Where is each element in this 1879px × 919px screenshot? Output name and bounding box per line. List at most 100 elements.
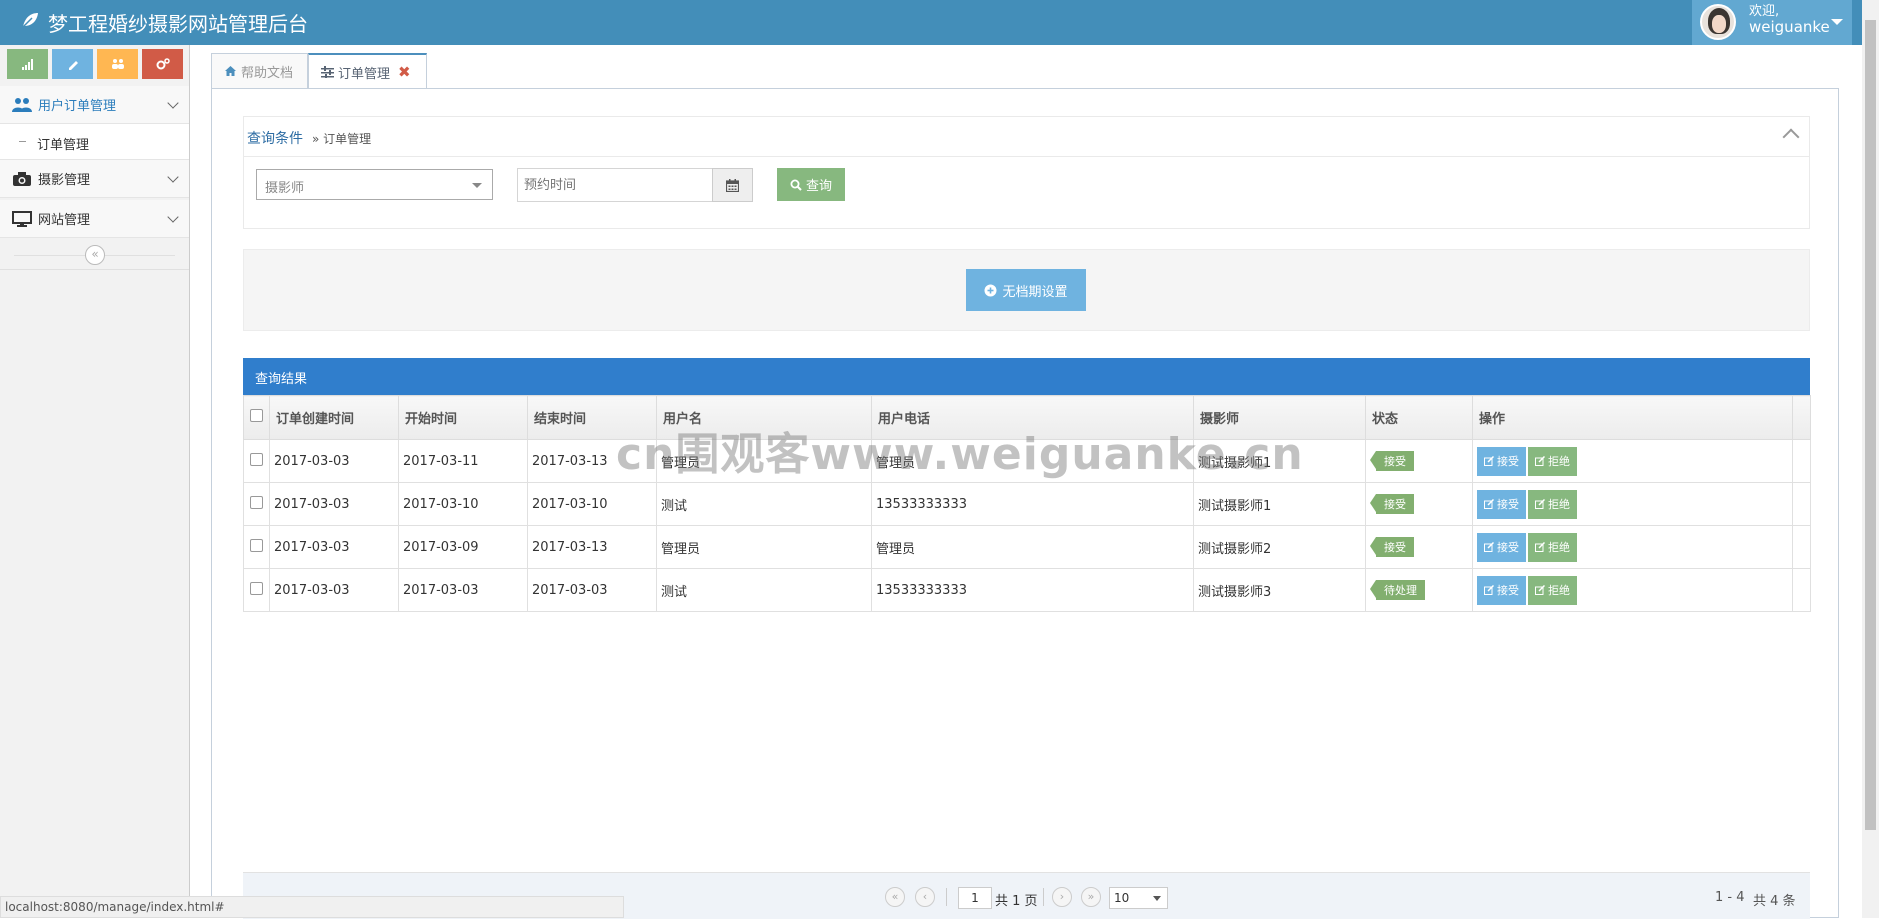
users-icon (11, 96, 33, 114)
desktop-icon (11, 210, 33, 228)
caret-down-icon (1153, 896, 1161, 901)
caret-down-icon (1831, 19, 1843, 25)
chevron-down-icon (167, 171, 179, 183)
avatar (1700, 4, 1736, 40)
page-number-input[interactable]: 1 (958, 887, 992, 909)
status-badge: 接受 (1370, 494, 1414, 514)
reject-button[interactable]: 拒绝 (1528, 532, 1577, 562)
reject-button[interactable]: 拒绝 (1528, 575, 1577, 605)
chevron-down-icon (167, 97, 179, 109)
edit-icon (1535, 499, 1545, 509)
search-button[interactable]: 查询 (777, 168, 845, 201)
sidebar-item-label: 用户订单管理 (38, 99, 117, 114)
app-title: 梦工程婚纱摄影网站管理后台 (48, 12, 308, 36)
cell-end: 2017-03-13 (527, 525, 657, 569)
sidebar-item-photography[interactable]: 摄影管理 (0, 160, 189, 198)
appointment-date-input[interactable] (522, 169, 706, 201)
accept-button[interactable]: 接受 (1477, 489, 1526, 519)
record-total: 共 4 条 (1753, 894, 1796, 909)
cell-created: 2017-03-03 (269, 568, 399, 612)
user-menu[interactable]: 欢迎, weiguanke (1692, 0, 1852, 45)
reject-button[interactable]: 拒绝 (1528, 489, 1577, 519)
row-checkbox[interactable] (243, 439, 270, 483)
reject-button[interactable]: 拒绝 (1528, 446, 1577, 476)
cell-photographer: 测试摄影师3 (1193, 568, 1366, 612)
leaf-icon (20, 10, 40, 35)
column-header: 操作 (1472, 395, 1793, 440)
shortcut-edit-button[interactable] (52, 49, 93, 79)
appointment-date-field[interactable] (517, 168, 713, 202)
sidebar-subitem-order-management[interactable]: 订单管理 (0, 124, 189, 160)
close-icon[interactable]: ✖ (398, 63, 411, 81)
photographer-select[interactable]: 摄影师 (256, 169, 493, 200)
edit-icon (1535, 585, 1545, 595)
cell-created: 2017-03-03 (269, 482, 399, 526)
camera-icon (11, 170, 33, 188)
username: weiguanke (1749, 18, 1830, 36)
calendar-button[interactable] (712, 168, 753, 202)
accept-button[interactable]: 接受 (1477, 575, 1526, 605)
accept-button[interactable]: 接受 (1477, 446, 1526, 476)
no-schedule-label: 无档期设置 (1002, 284, 1068, 300)
column-header[interactable]: 开始时间 (398, 395, 528, 440)
record-range: 1 - 4 (1715, 890, 1745, 905)
cell-photographer: 测试摄影师1 (1193, 482, 1366, 526)
query-title[interactable]: 查询条件 (247, 128, 303, 148)
cell-start: 2017-03-11 (398, 439, 528, 483)
search-button-label: 查询 (805, 179, 832, 194)
cell-username: 测试 (656, 482, 872, 526)
total-pages: 共 1 页 (995, 894, 1038, 909)
no-schedule-settings-button[interactable]: 无档期设置 (966, 269, 1086, 311)
cell-username: 测试 (656, 568, 872, 612)
sidebar-item-user-orders[interactable]: 用户订单管理 (0, 86, 189, 124)
last-page-icon[interactable]: » (1081, 887, 1101, 907)
status-badge: 接受 (1370, 537, 1414, 557)
cell-end: 2017-03-03 (527, 568, 657, 612)
photographer-select-value: 摄影师 (265, 181, 305, 196)
welcome-text: 欢迎, (1749, 4, 1780, 19)
page-size-select[interactable]: 10 (1109, 887, 1168, 909)
tab-help-docs[interactable]: 帮助文档 (211, 53, 308, 88)
accept-button[interactable]: 接受 (1477, 532, 1526, 562)
cell-created: 2017-03-03 (269, 525, 399, 569)
brand[interactable]: 梦工程婚纱摄影网站管理后台 (20, 8, 308, 37)
double-angle-left-icon[interactable]: « (85, 245, 105, 265)
chevron-up-icon[interactable] (1782, 128, 1800, 146)
watermark: cn围观客www.weiguanke.cn (616, 429, 1304, 480)
first-page-icon[interactable]: « (885, 887, 905, 907)
status-badge: 接受 (1370, 451, 1414, 471)
shortcut-chart-button[interactable] (7, 49, 48, 79)
edit-icon (1484, 499, 1494, 509)
edit-icon (1484, 542, 1494, 552)
cell-end: 2017-03-10 (527, 482, 657, 526)
group-icon (111, 59, 124, 69)
row-checkbox[interactable] (243, 568, 270, 612)
cell-start: 2017-03-09 (398, 525, 528, 569)
sidebar-item-website[interactable]: 网站管理 (0, 200, 189, 238)
sidebar-item-label: 网站管理 (38, 213, 91, 228)
page-scrollbar[interactable] (1862, 0, 1879, 918)
cell-phone: 13533333333 (871, 568, 1194, 612)
column-header[interactable]: 状态 (1365, 395, 1473, 440)
edit-icon (1484, 585, 1494, 595)
select-all-checkbox[interactable] (243, 395, 270, 440)
prev-page-icon[interactable]: ‹ (915, 887, 935, 907)
shortcut-users-button[interactable] (97, 49, 138, 79)
edit-icon (1484, 456, 1494, 466)
cell-phone: 13533333333 (871, 482, 1194, 526)
home-icon (225, 66, 236, 76)
cell-start: 2017-03-03 (398, 568, 528, 612)
row-checkbox[interactable] (243, 525, 270, 569)
row-checkbox[interactable] (243, 482, 270, 526)
calendar-icon (726, 178, 739, 192)
cell-photographer: 测试摄影师2 (1193, 525, 1366, 569)
next-page-icon[interactable]: › (1052, 887, 1072, 907)
breadcrumb: » 订单管理 (312, 132, 372, 146)
caret-down-icon (472, 183, 482, 188)
table-row: 2017-03-03 2017-03-03 2017-03-03 测试 1353… (243, 568, 1811, 612)
tab-order-management[interactable]: 订单管理 ✖ (308, 53, 427, 89)
browser-status-url: localhost:8080/manage/index.html# (0, 896, 624, 918)
tab-label: 帮助文档 (241, 65, 294, 81)
shortcut-settings-button[interactable] (142, 49, 183, 79)
column-header[interactable]: 订单创建时间 (269, 395, 399, 440)
